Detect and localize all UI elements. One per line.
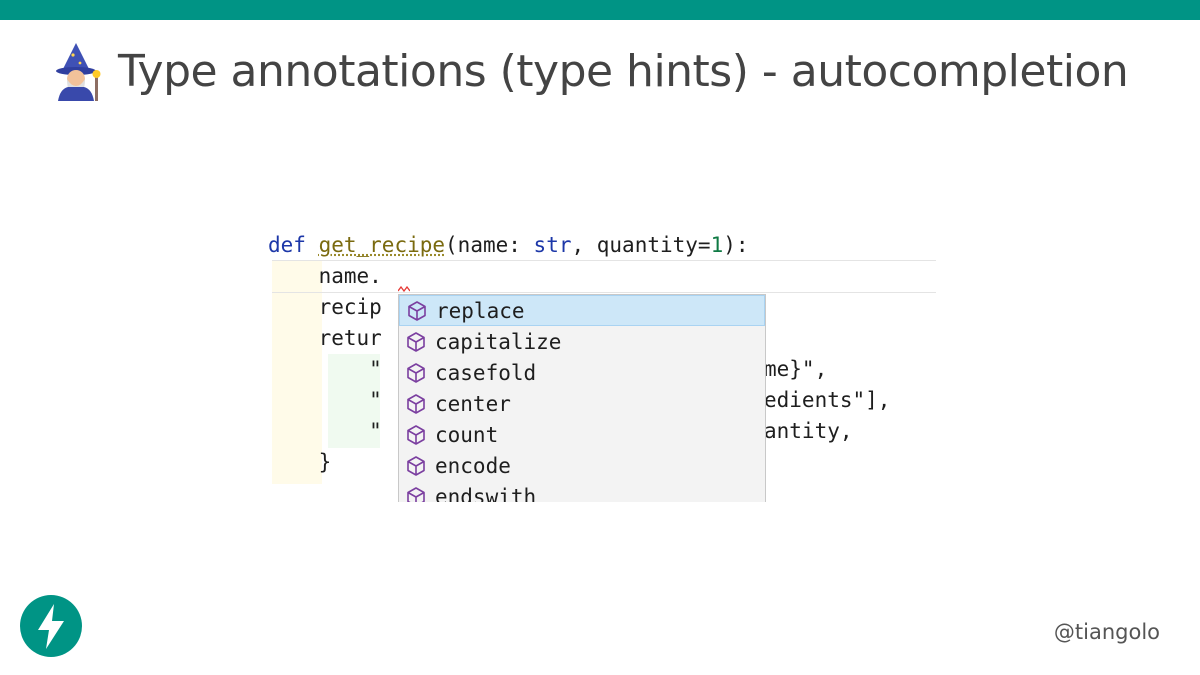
autocomplete-popup[interactable]: replace capitalize casefold center count… [398,294,766,502]
completion-item-replace[interactable]: replace [399,295,765,326]
completion-item-center[interactable]: center [399,388,765,419]
code-line-dict-2: " [268,388,382,412]
slide-title: Type annotations (type hints) - autocomp… [48,40,1129,102]
completion-item-encode[interactable]: encode [399,450,765,481]
default-value: 1 [710,233,724,257]
wizard-emoji-icon [48,41,104,101]
slide-title-text: Type annotations (type hints) - autocomp… [118,45,1129,97]
code-line-dict-2-tail: edients"], [764,388,891,412]
code-editor-screenshot: def get_recipe(name: str, quantity=1): n… [268,228,936,502]
completion-item-capitalize[interactable]: capitalize [399,326,765,357]
method-cube-icon [405,486,427,502]
error-squiggle-icon [398,286,410,292]
method-cube-icon [405,455,427,477]
code-line-dict-1: " [268,357,382,381]
completion-item-count[interactable]: count [399,419,765,450]
completion-item-label: center [435,391,511,416]
completion-item-label: capitalize [435,329,562,354]
completion-item-label: endswith [435,484,537,503]
fastapi-lightning-logo [20,595,82,657]
code-line-recipe: recip [268,295,382,319]
method-cube-icon [405,331,427,353]
completion-item-label: casefold [435,360,537,385]
params-start: (name: [445,233,534,257]
code-line-dict-3-tail: antity, [764,419,853,443]
function-name: get_recipe [318,233,446,257]
method-cube-icon [406,300,428,322]
completion-item-endswith[interactable]: endswith [399,481,765,502]
method-cube-icon [405,393,427,415]
completion-item-label: replace [436,298,525,323]
completion-item-label: encode [435,453,511,478]
top-accent-bar [0,0,1200,20]
author-handle: @tiangolo [1053,620,1160,644]
code-line-name-dot: name. [268,264,382,288]
method-cube-icon [405,362,427,384]
code-line-def: def get_recipe(name: str, quantity=1): [268,230,749,261]
code-line-close-brace: } [268,450,332,474]
completion-item-casefold[interactable]: casefold [399,357,765,388]
params-end: ): [723,233,749,257]
type-str: str [533,233,572,257]
method-cube-icon [405,424,427,446]
code-line-dict-1-tail: me}", [764,357,828,381]
code-line-dict-3: " [268,419,382,443]
def-keyword: def [268,233,306,257]
params-middle: , quantity= [571,233,711,257]
code-line-return: retur [268,326,382,350]
completion-item-label: count [435,422,499,447]
